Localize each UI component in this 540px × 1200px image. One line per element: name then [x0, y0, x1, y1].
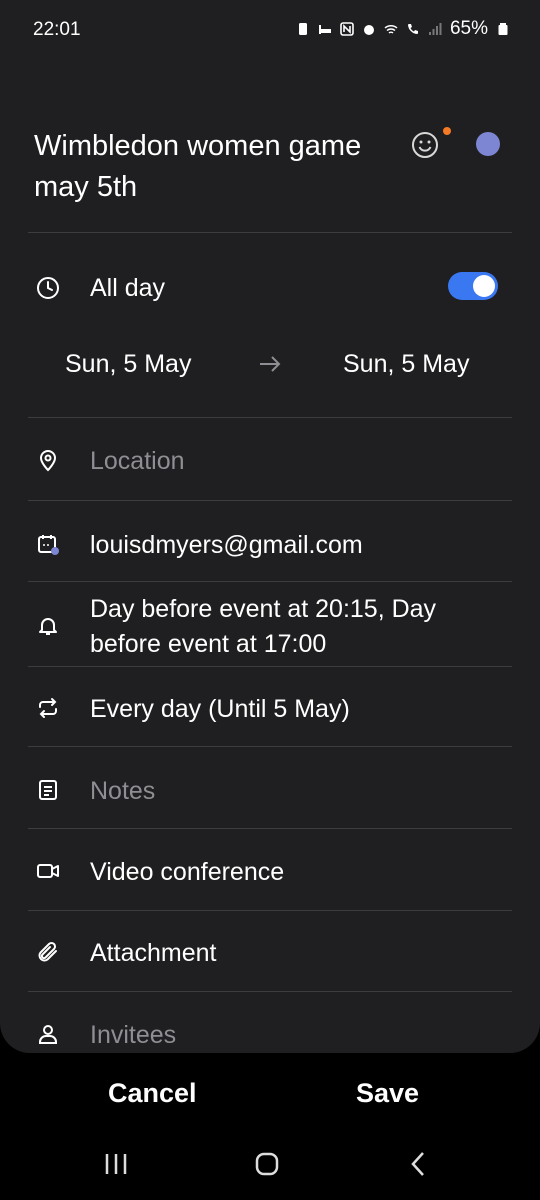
- calendar-account: louisdmyers@gmail.com: [90, 531, 363, 559]
- home-icon[interactable]: [255, 1150, 279, 1178]
- paperclip-icon: [38, 941, 57, 962]
- video-icon: [37, 864, 59, 878]
- divider: [28, 828, 512, 829]
- end-date[interactable]: Sun, 5 May: [343, 350, 469, 379]
- recent-apps-icon[interactable]: [104, 1150, 128, 1178]
- arrow-right-icon: [260, 356, 281, 372]
- status-time: 22:01: [33, 19, 81, 40]
- event-editor-sheet: 22:01 65% Wimbledon women game may 5th A…: [0, 0, 540, 1053]
- all-day-label: All day: [90, 274, 166, 302]
- alarm-icon: [363, 25, 374, 35]
- location-input[interactable]: Location: [90, 447, 185, 476]
- emoji-icon[interactable]: [408, 128, 442, 162]
- signal-icon: [428, 23, 442, 35]
- divider: [28, 910, 512, 911]
- bed-icon: [318, 25, 331, 34]
- attachment-label: Attachment: [90, 939, 217, 967]
- save-button[interactable]: Save: [356, 1078, 419, 1109]
- divider: [28, 417, 512, 418]
- clock-icon: [37, 277, 59, 299]
- toggle-knob: [473, 275, 495, 297]
- calendar-account-icon: [38, 535, 59, 555]
- cancel-button[interactable]: Cancel: [108, 1078, 197, 1109]
- battery-level: 65%: [449, 18, 488, 39]
- all-day-toggle[interactable]: [448, 272, 498, 300]
- battery-saver-icon: [298, 23, 307, 35]
- divider: [28, 991, 512, 992]
- divider: [28, 232, 512, 233]
- location-pin-icon: [39, 450, 57, 472]
- battery-icon: [498, 23, 508, 35]
- volte-call-icon: [407, 24, 418, 34]
- invitees-input[interactable]: Invitees: [90, 1021, 176, 1050]
- person-icon: [39, 1025, 57, 1044]
- start-date[interactable]: Sun, 5 May: [65, 350, 191, 379]
- back-icon[interactable]: [408, 1150, 428, 1178]
- divider: [28, 581, 512, 582]
- notes-icon: [39, 780, 57, 800]
- wifi-calling-icon: [384, 24, 398, 34]
- notes-input[interactable]: Notes: [90, 777, 155, 806]
- notification-dot: [443, 127, 451, 135]
- event-color-picker[interactable]: [476, 132, 500, 156]
- video-conference-label: Video conference: [90, 858, 285, 886]
- repeat-text: Every day (Until 5 May): [90, 695, 350, 723]
- bell-icon: [39, 618, 57, 635]
- event-title-input[interactable]: Wimbledon women game may 5th: [34, 126, 364, 208]
- nfc-icon: [340, 22, 354, 36]
- divider: [28, 666, 512, 667]
- repeat-icon: [39, 698, 57, 718]
- divider: [28, 746, 512, 747]
- reminder-text: Day before event at 20:15, Day before ev…: [90, 595, 437, 658]
- divider: [28, 500, 512, 501]
- status-icons: 65%: [296, 18, 510, 40]
- status-bar: 22:01 65%: [0, 0, 540, 60]
